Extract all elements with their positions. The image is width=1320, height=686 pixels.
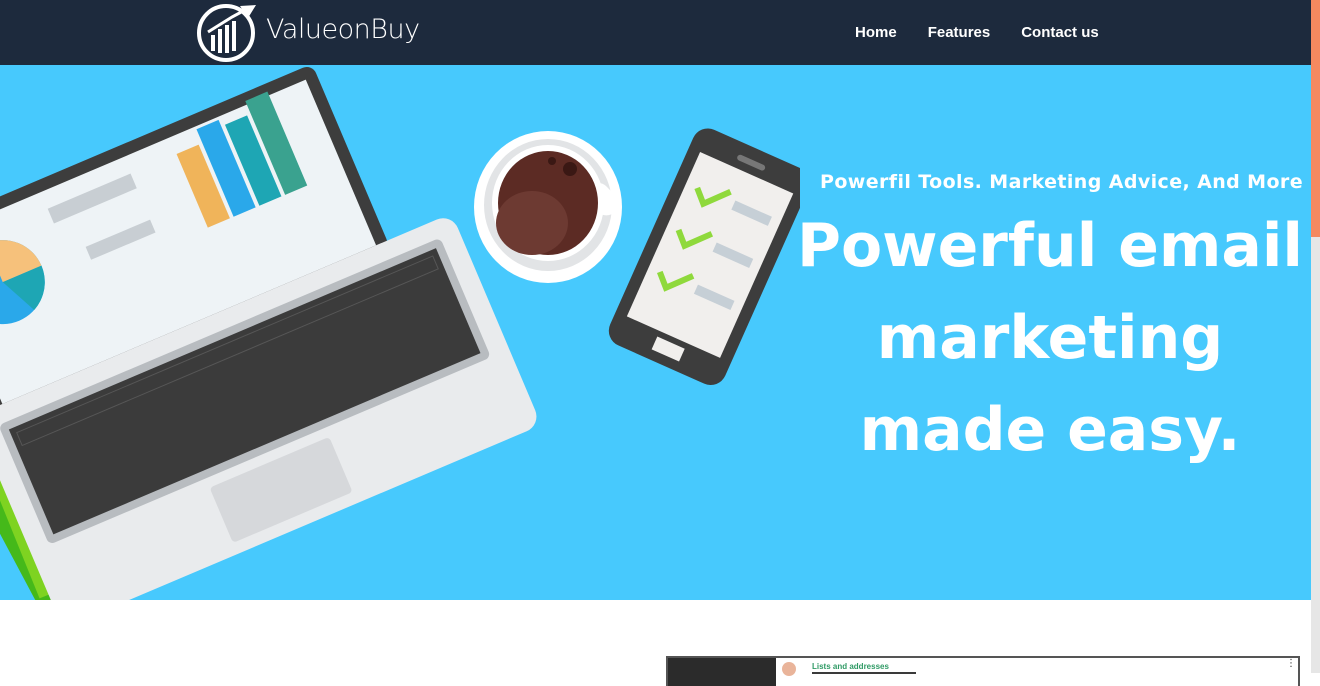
- hero-title-line: marketing: [876, 303, 1224, 373]
- brand-logo[interactable]: ValueonBuy: [196, 2, 420, 62]
- divider: [812, 672, 916, 674]
- more-options-icon: ⋮: [1286, 658, 1296, 669]
- hero-banner: Powerfil Tools. Marketing Advice, And Mo…: [0, 65, 1311, 600]
- coffee-cup-icon: [474, 131, 622, 283]
- page-scrollbar[interactable]: [1311, 0, 1320, 673]
- nav-link-contact[interactable]: Contact us: [1021, 24, 1099, 41]
- brand-name: ValueonBuy: [266, 13, 420, 45]
- smartphone-icon: [608, 128, 800, 386]
- nav-link-features[interactable]: Features: [928, 24, 991, 41]
- hero-title-line: made easy.: [859, 395, 1241, 465]
- laptop-coffee-phone-illustration: [0, 66, 800, 600]
- app-preview-screenshot: Lists and addresses ⋮: [666, 656, 1300, 686]
- hero-title-line: Powerful email: [796, 211, 1303, 281]
- rising-bar-chart-logo-icon: [197, 4, 256, 62]
- hero-subtitle: Powerfil Tools. Marketing Advice, And Mo…: [820, 171, 1303, 193]
- avatar-icon: [782, 662, 796, 676]
- laptop-icon: [0, 66, 537, 600]
- preview-heading: Lists and addresses: [812, 662, 889, 671]
- preview-sidebar: [668, 658, 776, 686]
- scrollbar-thumb[interactable]: [1311, 0, 1320, 237]
- nav-menu: Home Features Contact us: [855, 24, 1130, 41]
- features-section: Lists and addresses ⋮: [0, 600, 1311, 686]
- nav-link-home[interactable]: Home: [855, 24, 897, 41]
- top-navbar: ValueonBuy Home Features Contact us: [0, 0, 1311, 65]
- hero-title: Powerful email marketing made easy.: [790, 200, 1310, 476]
